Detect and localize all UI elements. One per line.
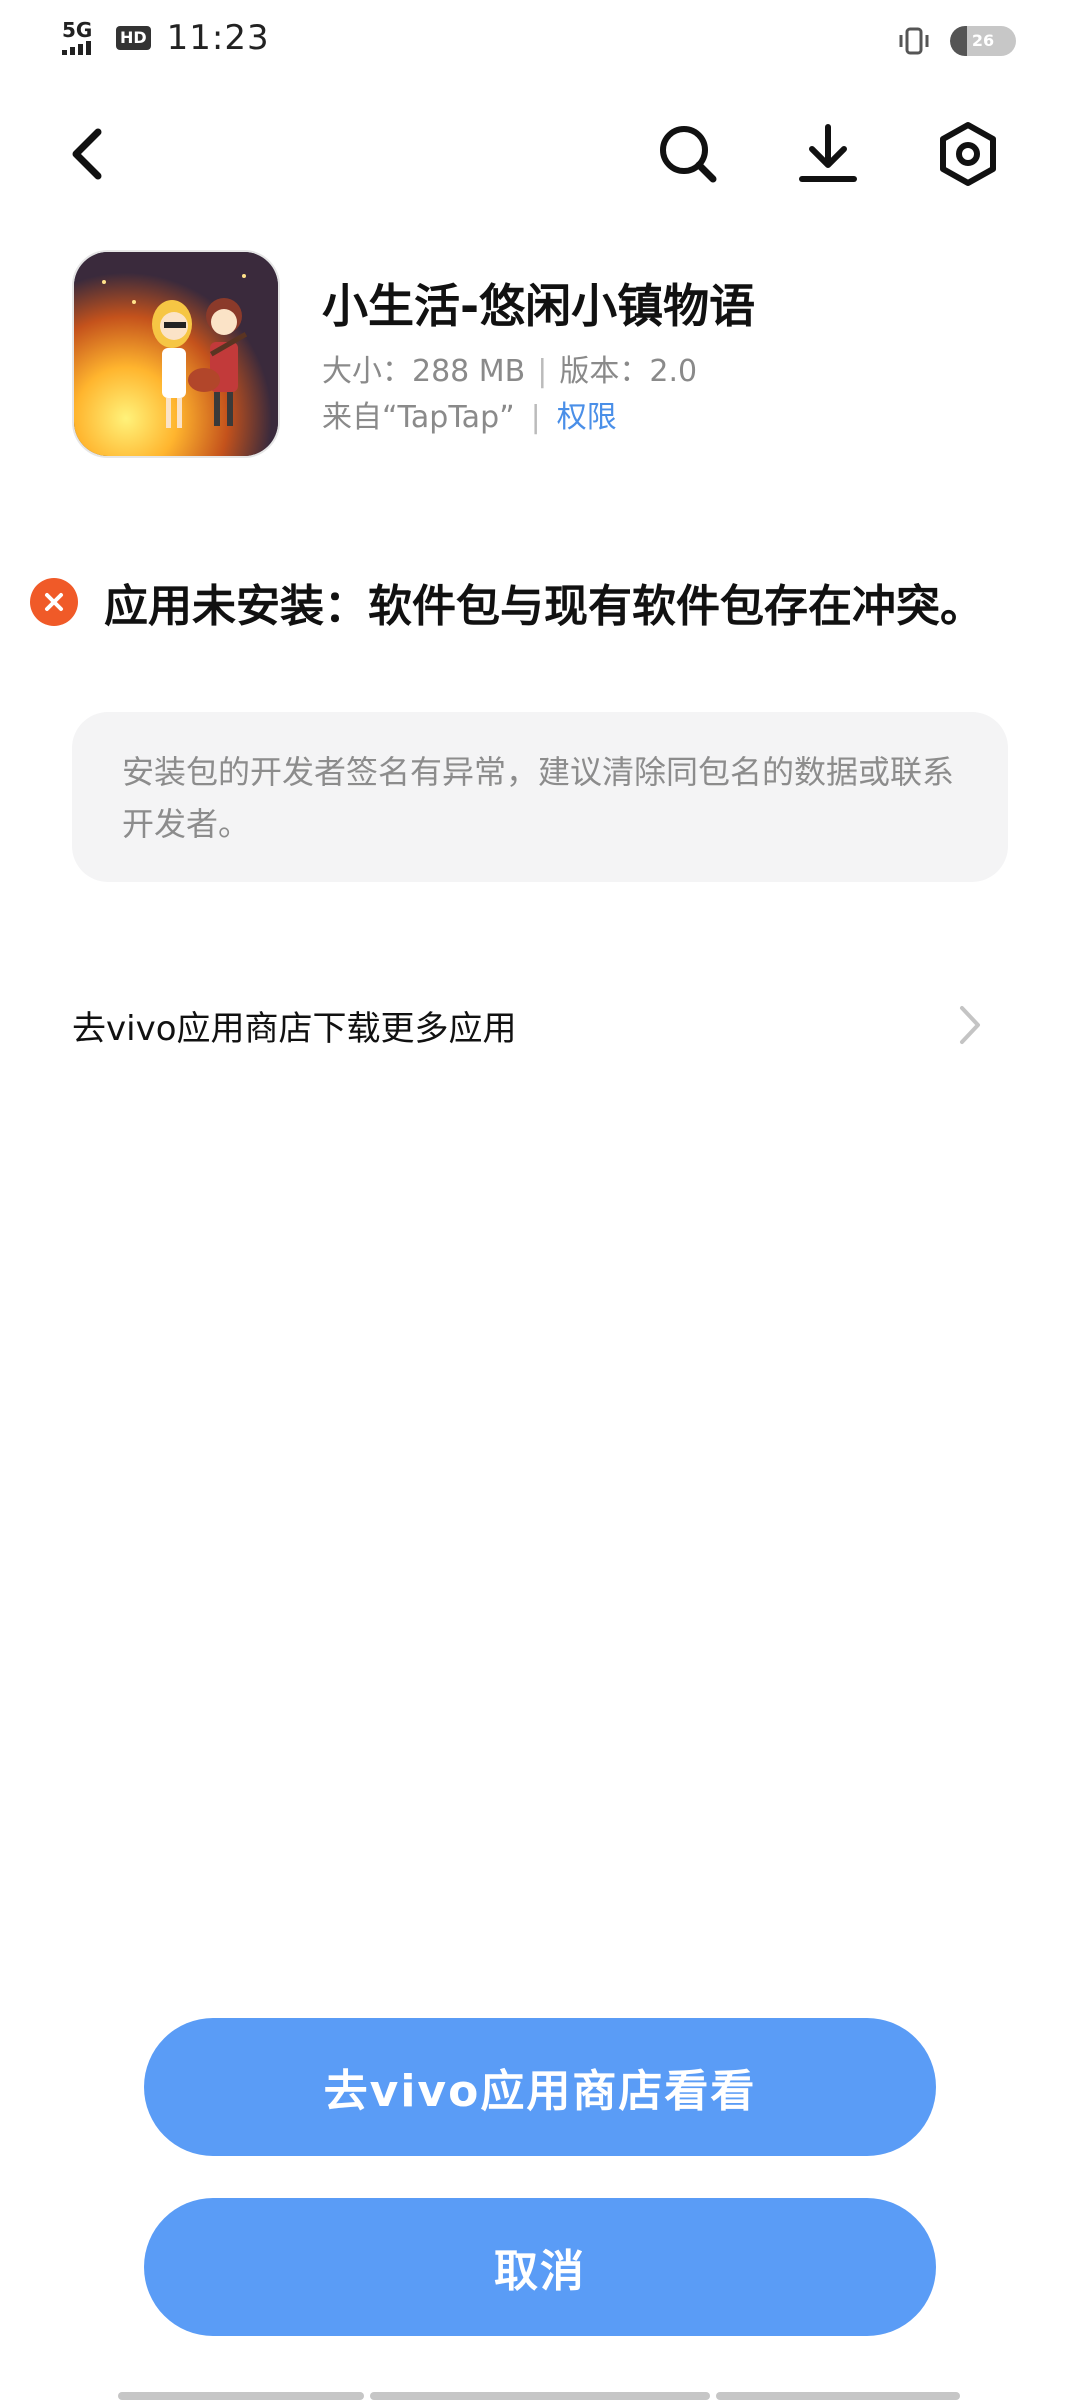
install-failed-page: 5G HD 11:23 26 小生活-悠闲小镇物语 大小：288 MB | 版本… [0, 0, 1080, 2408]
battery-icon: 26 [950, 26, 1016, 56]
search-button[interactable] [652, 116, 724, 192]
home-indicator[interactable] [118, 2392, 960, 2400]
meta-divider: | [537, 354, 548, 389]
status-bar: 5G HD 11:23 26 [0, 0, 1080, 80]
open-store-button[interactable]: 去vivo应用商店看看 [144, 2018, 936, 2156]
app-source: 来自“TapTap” [322, 400, 515, 435]
search-icon [660, 126, 717, 183]
app-title: 小生活-悠闲小镇物语 [322, 279, 756, 333]
signal-indicator: 5G [62, 18, 96, 55]
chevron-right-icon [960, 1006, 980, 1044]
hd-badge: HD [116, 26, 151, 50]
hint-box: 安装包的开发者签名有异常，建议清除同包名的数据或联系开发者。 [72, 712, 1008, 882]
status-time: 11:23 [166, 18, 270, 58]
back-button[interactable] [58, 116, 118, 192]
vibrate-icon [896, 26, 932, 56]
source-divider: | [530, 400, 541, 435]
settings-button[interactable] [932, 116, 1004, 192]
app-icon [72, 250, 280, 458]
app-size: 大小：288 MB [322, 354, 526, 389]
error-message: 应用未安装：软件包与现有软件包存在冲突。 [104, 581, 984, 632]
status-right: 26 [896, 26, 1016, 56]
settings-hex-icon [940, 122, 996, 186]
app-source-row: 来自“TapTap” | 权限 [322, 392, 617, 436]
cancel-button[interactable]: 取消 [144, 2198, 936, 2336]
app-version: 版本：2.0 [559, 354, 698, 389]
app-meta: 大小：288 MB | 版本：2.0 [322, 346, 697, 390]
error-row: 应用未安装：软件包与现有软件包存在冲突。 [30, 570, 984, 634]
permissions-link[interactable]: 权限 [557, 400, 617, 435]
store-link-row[interactable]: 去vivo应用商店下载更多应用 [72, 980, 992, 1070]
error-close-icon [30, 578, 78, 626]
back-arrow-icon [72, 128, 102, 180]
network-type: 5G [62, 18, 93, 42]
store-link-label: 去vivo应用商店下载更多应用 [72, 1008, 517, 1049]
download-button[interactable] [792, 116, 864, 192]
status-left: 5G HD 11:23 [62, 18, 270, 58]
download-icon [799, 124, 857, 182]
signal-bars-icon [62, 41, 96, 55]
battery-level: 26 [971, 31, 995, 50]
hint-text: 安装包的开发者签名有异常，建议清除同包名的数据或联系开发者。 [122, 753, 955, 843]
